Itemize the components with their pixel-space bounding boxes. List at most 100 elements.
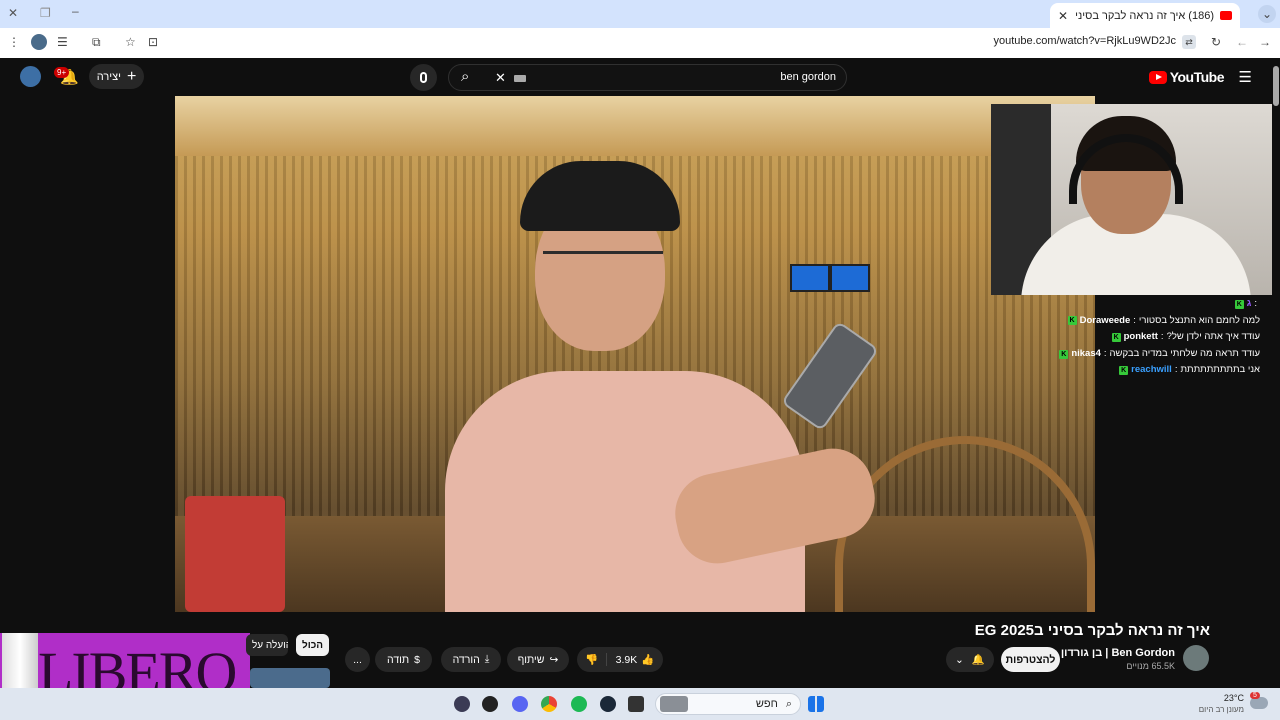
channel-name[interactable]: Ben Gordon | בן גורדון [1061,647,1175,659]
search-input[interactable]: ben gordon [780,71,836,83]
chip-all[interactable]: הכול [296,634,330,656]
bookmark-star-icon[interactable]: ☆ [125,35,136,49]
restore-window-icon[interactable]: ❐ [40,6,51,20]
create-button[interactable]: + יצירה [89,64,144,89]
more-actions-button[interactable]: ... [345,647,370,672]
chip-uploaded[interactable]: הועלה על [246,634,288,656]
chat-separator: : [1103,347,1107,359]
back-icon[interactable]: ← [1236,35,1248,49]
obs-icon[interactable] [482,696,498,712]
chat-separator: : [1254,298,1257,309]
chat-badge-icon: K [1067,316,1077,326]
reload-icon[interactable]: ↻ [1211,35,1221,49]
dislike-button[interactable]: 👎 [577,653,607,666]
extensions-icon[interactable]: ⧉ [92,35,101,50]
chat-username: Doraweede [1079,314,1131,326]
notification-settings-button[interactable]: ⌄ 🔔 [946,647,994,672]
thumbs-down-icon: 👎 [584,654,599,666]
chat-separator: : [1174,364,1178,376]
chat-username: ponkett [1123,331,1158,343]
close-tab-icon[interactable]: ✕ [1058,9,1068,23]
sidebar-thumbnail[interactable] [250,668,330,688]
app-icon[interactable] [454,696,470,712]
subscribe-button[interactable]: להצטרפות [1001,647,1060,672]
weather-badge: 5 [1250,692,1260,699]
subscriber-count: 65.5K מנויים [1126,661,1175,671]
video-player[interactable] [175,96,1095,612]
install-app-icon[interactable]: ⊡ [148,35,158,49]
share-button[interactable]: ↪ שיתוף [507,647,569,672]
glasses [543,251,663,285]
forward-icon[interactable]: → [1259,35,1271,49]
menu-kebab-icon[interactable]: ⋮ [8,35,20,49]
person-figure [445,151,883,612]
site-settings-icon[interactable]: ⇄ [1182,35,1196,49]
like-dislike-group: 👎 3.9K 👍 [577,647,663,672]
download-button[interactable]: ⤓ הורדה [441,647,501,672]
plus-icon: + [126,67,137,85]
youtube-header: 🔔 9+ + יצירה ⌕ ✕ ben gordon YouTube ☰ [0,58,1272,96]
notification-count-badge: 9+ [54,67,70,78]
youtube-logo[interactable]: YouTube [1148,69,1225,85]
chat-separator: : [1133,314,1136,326]
voice-search-button[interactable] [410,64,437,91]
chat-message: K Doraweede: למה לחמם הוא התנצל בסטורי [1000,313,1260,330]
hamburger-menu-icon[interactable]: ☰ [1239,68,1252,86]
active-tab[interactable]: (186) איך זה נראה לבקר בסיני ב... ✕ [1050,3,1240,28]
youtube-play-icon [1148,70,1167,84]
like-button[interactable]: 3.9K 👍 [607,653,663,667]
profile-avatar-icon[interactable] [31,34,47,50]
chat-separator: : [1160,331,1164,343]
chat-text: עודד תראה מה שלחתי במדיה בבקשה [1109,347,1260,359]
chat-username: nikas4 [1071,347,1101,359]
chat-badge-icon: K [1234,299,1244,309]
taskbar-app-widget-icon[interactable] [660,696,688,712]
minimize-window-icon[interactable]: – [72,4,79,18]
search-box[interactable]: ⌕ ✕ ben gordon [448,64,847,91]
chat-text: למה לחמם הוא התנצל בסטורי [1138,314,1260,326]
chat-badge-icon: K [1111,332,1121,342]
task-view-icon[interactable] [628,696,644,712]
channel-avatar[interactable] [1183,645,1209,671]
page-scrollbar[interactable] [1272,58,1280,688]
reading-list-icon[interactable]: ☰ [57,35,68,49]
chat-message: Knikas4: עודד תראה מה שלחתי במדיה בבקשה [1000,346,1260,363]
chat-badge-icon: K [1059,349,1069,359]
account-avatar[interactable] [20,66,41,87]
ceiling [175,96,1095,156]
chat-message: Kponkett: עודד איך אתה ילדן של? [1000,329,1260,346]
download-icon: ⤓ [484,653,490,665]
chat-message: Kג: [1000,296,1260,313]
windows-taskbar: 5 23°C מעונן רב היום חפש ⌕ [0,688,1280,720]
clear-search-icon[interactable]: ✕ [495,70,506,86]
create-label: יצירה [96,70,121,83]
chat-username: reachwill [1131,364,1172,376]
chat-text: אני בתתתתתתתתת [1180,364,1260,376]
search-icon[interactable]: ⌕ [461,68,469,85]
chevron-down-icon: ⌄ [955,653,964,666]
bell-icon: 🔔 [971,654,985,666]
stream-chat: K ג: K Doraweede: למה לחמם הוא התנצל בסטורי K… [1000,296,1260,379]
spotify-icon[interactable] [571,696,587,712]
close-window-icon[interactable]: ✕ [8,6,18,20]
like-count: 3.9K [615,653,638,666]
scroll-thumb[interactable] [1273,66,1279,106]
chat-username: ג [1246,298,1252,309]
chrome-icon[interactable] [541,696,557,712]
video-title: איך זה נראה לבקר בסיני ב2025 EG [974,622,1210,639]
tab-search-icon[interactable]: ⌄ [1258,5,1276,23]
tv-screen [830,264,870,292]
url-field[interactable]: youtube.com/watch?v=RjkLu9WD2Jc [994,35,1177,47]
weather-desc: מעונן רב היום [1198,705,1244,714]
cap [520,161,680,231]
thanks-button[interactable]: $ תודה [375,647,432,672]
keyboard-icon[interactable] [514,75,526,82]
chat-badge-icon: K [1119,366,1129,376]
steam-icon[interactable] [600,696,616,712]
taskbar-search-icon: ⌕ [785,697,792,710]
address-bar: ⋮ ☰ ⧉ ☆ ⊡ youtube.com/watch?v=RjkLu9WD2J… [0,28,1280,58]
start-windows-icon[interactable] [808,696,824,712]
discord-icon[interactable] [512,696,528,712]
weather-temp: 23°C [1223,693,1244,703]
youtube-favicon-icon [1220,11,1232,20]
